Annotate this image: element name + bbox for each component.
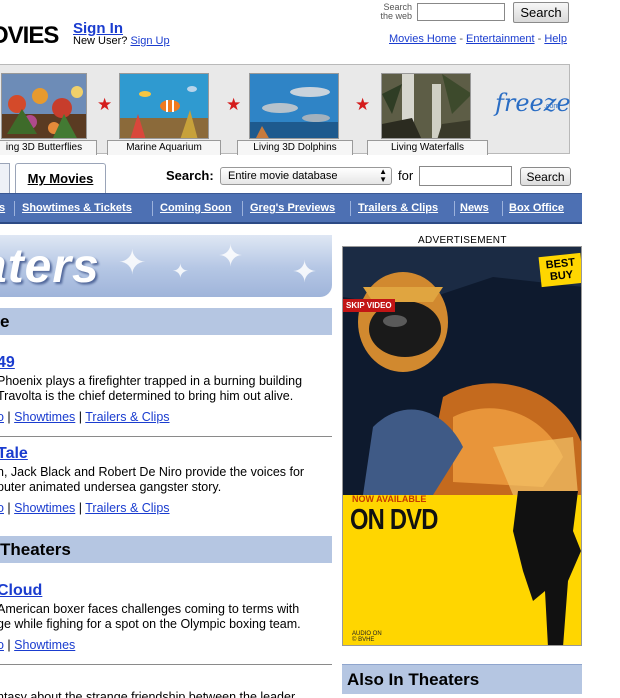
desc-line: ge while fighing for a spot on the Olymp… [0,617,301,631]
sparkle-icon: ✦ [172,261,189,283]
also-in-theaters-header: Also In Theaters [342,664,582,694]
new-user-text: New User? [73,35,128,47]
movie-description: ntasy about the strange friendship betwe… [0,690,296,698]
banner-title: aters [0,240,100,293]
thumb-tab-aquarium[interactable]: Marine Aquarium [107,140,221,155]
nav-separator [454,201,455,216]
desc-line: Phoenix plays a firefighter trapped in a… [0,374,303,388]
desc-line: American boxer faces challenges coming t… [0,602,300,616]
divider [0,664,332,665]
sparkle-icon: ✦ [118,244,147,282]
movie-search-select[interactable]: Entire movie database ▲ ▼ [220,167,392,185]
movie-links: o | Showtimes | Trailers & Clips [0,501,170,515]
movie-links: o | Showtimes [0,638,75,652]
sign-up-link[interactable]: Sign Up [130,35,169,47]
showtimes-link[interactable]: Showtimes [14,638,75,652]
top-links: Movies Home - Entertainment - Help [389,33,567,45]
nav-separator [14,201,15,216]
select-arrows-icon: ▲ ▼ [379,167,387,184]
nav-separator [350,201,351,216]
main-nav: s Showtimes & Tickets Coming Soon Greg's… [0,193,582,224]
movie-title[interactable]: Cloud [0,582,42,600]
nav-separator [152,201,153,216]
movie-description: n, Jack Black and Robert De Niro provide… [0,465,327,495]
thumb-tab-butterflies[interactable]: ing 3D Butterflies [0,140,97,155]
nav-separator [502,201,503,216]
web-search-button[interactable]: Search [513,2,569,23]
section-header-first: e [0,308,332,335]
nav-separator [242,201,243,216]
nav-coming-soon[interactable]: Coming Soon [160,202,232,214]
desc-line: Travolta is the chief determined to brin… [0,389,294,403]
showtimes-link[interactable]: Showtimes [14,410,75,424]
thumb-tab-dolphins[interactable]: Living 3D Dolphins [237,140,353,155]
movies-logo[interactable]: OVIES [0,22,59,50]
movie-links: o | Showtimes | Trailers & Clips [0,410,170,424]
link-separator: | [3,410,15,424]
nav-gregs-previews[interactable]: Greg's Previews [250,202,335,214]
nav-news[interactable]: News [460,202,489,214]
link-separator: | [75,501,86,515]
tab-previous[interactable] [0,163,10,193]
new-user-row: New User? Sign Up [73,35,170,47]
movie-title[interactable]: Tale [0,445,28,463]
divider [0,436,332,437]
desc-line: puter animated undersea gangster story. [0,480,222,494]
sparkle-icon: ✦ [218,240,244,273]
star-icon: ★ [97,95,113,114]
movies-home-link[interactable]: Movies Home [389,33,456,45]
movie-search-label: Search: [166,168,214,183]
best-buy-logo: BEST BUY [538,252,581,288]
for-label: for [398,168,414,183]
freeze-com-suffix: .com [544,103,560,110]
skip-video-button[interactable]: SKIP VIDEO [343,299,395,312]
link-separator: | [75,410,86,424]
dolphins-thumbnail[interactable] [249,73,339,139]
select-value: Entire movie database [228,170,338,182]
link-separator: | [3,501,15,515]
web-search-input[interactable] [417,3,505,21]
ad-small-print: AUDIO ON © BVHE [352,631,382,643]
search-web-label: Search the web [380,2,412,21]
desc-line: n, Jack Black and Robert De Niro provide… [0,465,305,479]
butterflies-thumbnail[interactable] [1,73,87,139]
movie-title[interactable]: 49 [0,354,15,372]
screensaver-strip: ing 3D Butterflies ★ Marine Aquarium ★ L… [0,64,571,155]
silhouette-image [513,491,581,645]
movie-search-button[interactable]: Search [520,167,571,186]
showtimes-link[interactable]: Showtimes [14,501,75,515]
freeze-logo[interactable]: freeze [495,89,571,117]
waterfalls-thumbnail[interactable] [381,73,471,139]
help-link[interactable]: Help [544,33,567,45]
movie-search-input[interactable] [419,166,512,186]
on-dvd-text: ON DVD [350,504,438,536]
star-icon: ★ [355,95,371,114]
tab-my-movies[interactable]: My Movies [15,163,106,193]
section-header-theaters: Theaters [0,536,332,563]
copyright-text: © BVHE [352,637,375,643]
movie-description: Phoenix plays a firefighter trapped in a… [0,374,327,404]
sparkle-icon: ✦ [292,256,318,289]
trailers-clips-link[interactable]: Trailers & Clips [85,410,169,424]
aquarium-thumbnail[interactable] [119,73,209,139]
nav-box-office[interactable]: Box Office [509,202,564,214]
theaters-banner: aters ✦ ✦ ✦ ✦ [0,235,332,297]
star-icon: ★ [226,95,242,114]
dvd-advertisement[interactable]: SKIP VIDEO BEST BUY NOW AVAILABLE ON DVD… [342,246,582,646]
entertainment-link[interactable]: Entertainment [466,33,534,45]
movie-description: American boxer faces challenges coming t… [0,602,327,632]
nav-theaters[interactable]: s [0,202,5,214]
trailers-clips-link[interactable]: Trailers & Clips [85,501,169,515]
advertisement-label: ADVERTISEMENT [418,235,507,246]
nav-showtimes-tickets[interactable]: Showtimes & Tickets [22,202,132,214]
now-available-text: NOW AVAILABLE [352,494,427,504]
link-separator: | [3,638,15,652]
thumb-tab-waterfalls[interactable]: Living Waterfalls [367,140,488,155]
nav-trailers-clips[interactable]: Trailers & Clips [358,202,438,214]
